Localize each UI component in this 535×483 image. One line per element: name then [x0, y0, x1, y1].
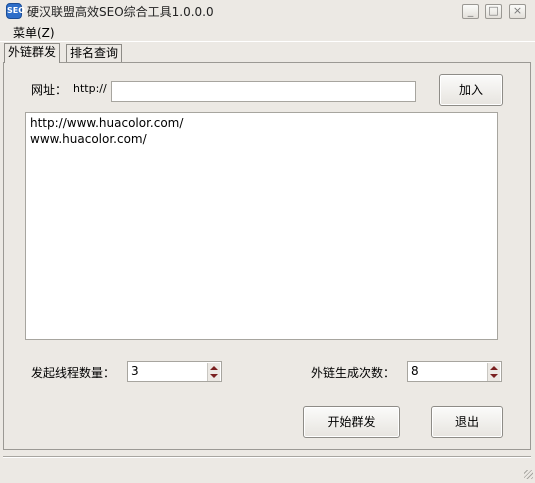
- tab-rank-query[interactable]: 排名查询: [66, 44, 123, 62]
- spin-up-icon[interactable]: [210, 366, 218, 370]
- resize-grip-icon[interactable]: [524, 470, 533, 479]
- status-divider-highlight: [3, 457, 531, 458]
- thread-count-spinner[interactable]: [207, 363, 220, 381]
- url-input[interactable]: [111, 81, 416, 102]
- minimize-button[interactable]: _: [462, 4, 479, 19]
- link-count-value: 8: [411, 364, 419, 378]
- app-logo-icon: SEO: [6, 3, 25, 19]
- title-bar: SEO 硬汉联盟高效SEO综合工具1.0.0.0 _ □ ×: [0, 0, 535, 22]
- window-title: 硬汉联盟高效SEO综合工具1.0.0.0: [27, 5, 214, 19]
- url-list-line: http://www.huacolor.com/: [30, 116, 184, 130]
- menu-separator: [0, 41, 535, 42]
- spin-down-icon[interactable]: [490, 374, 498, 378]
- spin-down-icon[interactable]: [210, 374, 218, 378]
- menu-item-main[interactable]: 菜单(Z): [13, 24, 55, 41]
- spin-up-icon[interactable]: [490, 366, 498, 370]
- close-button[interactable]: ×: [509, 4, 526, 19]
- tab-link-submit[interactable]: 外链群发: [4, 43, 61, 63]
- link-count-spinner[interactable]: [487, 363, 500, 381]
- maximize-button[interactable]: □: [485, 4, 502, 19]
- url-list-textarea[interactable]: http://www.huacolor.com/ www.huacolor.co…: [25, 112, 498, 340]
- start-button[interactable]: 开始群发: [303, 406, 400, 438]
- link-count-label: 外链生成次数：: [311, 366, 396, 380]
- exit-button[interactable]: 退出: [431, 406, 503, 438]
- add-button[interactable]: 加入: [439, 74, 503, 106]
- url-prefix: http://: [73, 82, 107, 95]
- thread-count-value: 3: [131, 364, 139, 378]
- url-list-line: www.huacolor.com/: [30, 132, 147, 146]
- menu-bar: 菜单(Z): [0, 22, 535, 41]
- thread-count-label: 发起线程数量：: [31, 366, 116, 380]
- url-label: 网址：: [31, 83, 68, 97]
